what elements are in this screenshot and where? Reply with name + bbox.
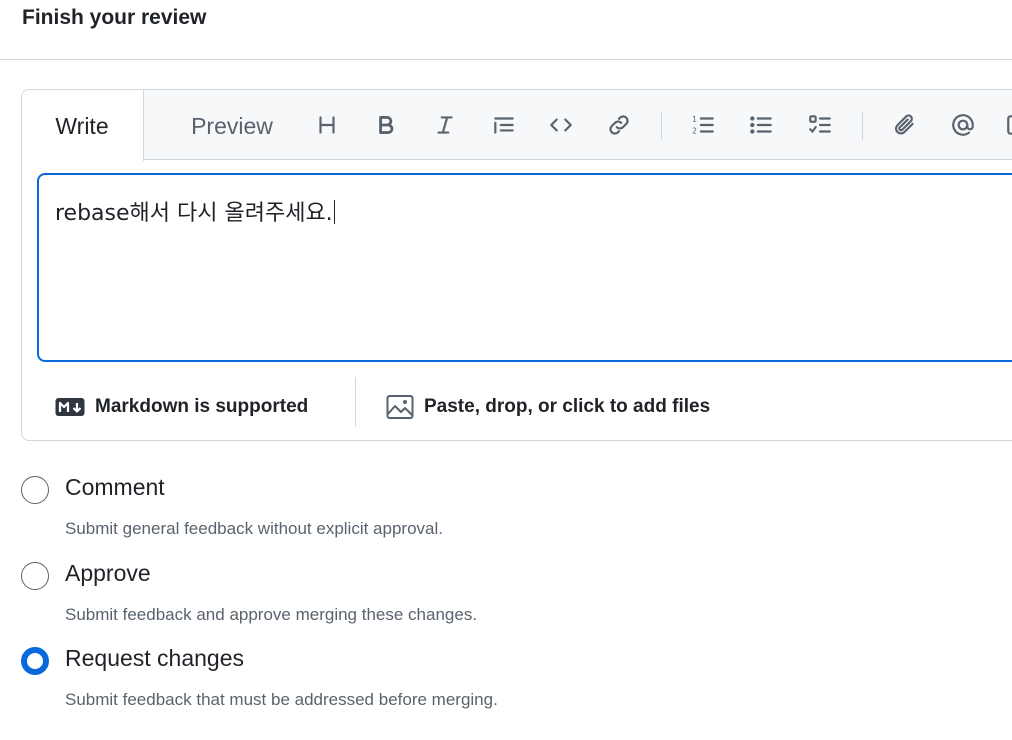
quote-icon[interactable] (486, 107, 522, 143)
editor-tabbar: Write Preview 12 (22, 90, 1012, 161)
italic-icon[interactable] (427, 107, 463, 143)
comment-editor: Write Preview 12 rebase해서 다시 올려주세요. Mark… (21, 89, 1012, 441)
radio-request-changes[interactable] (21, 647, 49, 675)
heading-icon[interactable] (309, 107, 345, 143)
tab-preview[interactable]: Preview (157, 90, 307, 160)
editor-footer: Markdown is supported Paste, drop, or cl… (22, 373, 1012, 440)
markdown-icon (55, 398, 85, 416)
radio-approve[interactable] (21, 562, 49, 590)
page-title: Finish your review (22, 6, 207, 29)
option-description: Submit general feedback without explicit… (65, 519, 443, 538)
code-icon[interactable] (543, 107, 579, 143)
tab-write[interactable]: Write (22, 90, 144, 161)
task-list-icon[interactable] (802, 107, 838, 143)
option-label[interactable]: Comment (65, 474, 165, 501)
markdown-hint[interactable]: Markdown is supported (55, 373, 309, 440)
radio-comment[interactable] (21, 476, 49, 504)
text-caret (333, 200, 335, 224)
add-files-button[interactable]: Paste, drop, or click to add files (386, 373, 711, 440)
option-description: Submit feedback that must be addressed b… (65, 690, 498, 709)
comment-text: rebase해서 다시 올려주세요. (55, 201, 333, 226)
footer-divider (355, 377, 356, 427)
option-label[interactable]: Request changes (65, 645, 244, 672)
comment-textarea[interactable]: rebase해서 다시 올려주세요. (37, 173, 1012, 362)
link-icon[interactable] (601, 107, 637, 143)
image-icon (386, 395, 414, 419)
bold-icon[interactable] (368, 107, 404, 143)
svg-text:1: 1 (692, 115, 697, 124)
reference-icon[interactable] (1000, 107, 1012, 143)
option-label[interactable]: Approve (65, 560, 151, 587)
option-description: Submit feedback and approve merging thes… (65, 605, 478, 624)
svg-text:2: 2 (692, 127, 697, 136)
toolbar-divider (661, 112, 662, 140)
toolbar-divider (862, 112, 863, 140)
add-files-label: Paste, drop, or click to add files (424, 396, 711, 417)
unordered-list-icon[interactable] (743, 107, 779, 143)
attach-icon[interactable] (887, 107, 923, 143)
review-header: Finish your review (0, 0, 1012, 60)
mention-icon[interactable] (945, 107, 981, 143)
markdown-label: Markdown is supported (95, 396, 309, 417)
numbered-list-icon[interactable]: 12 (685, 107, 721, 143)
